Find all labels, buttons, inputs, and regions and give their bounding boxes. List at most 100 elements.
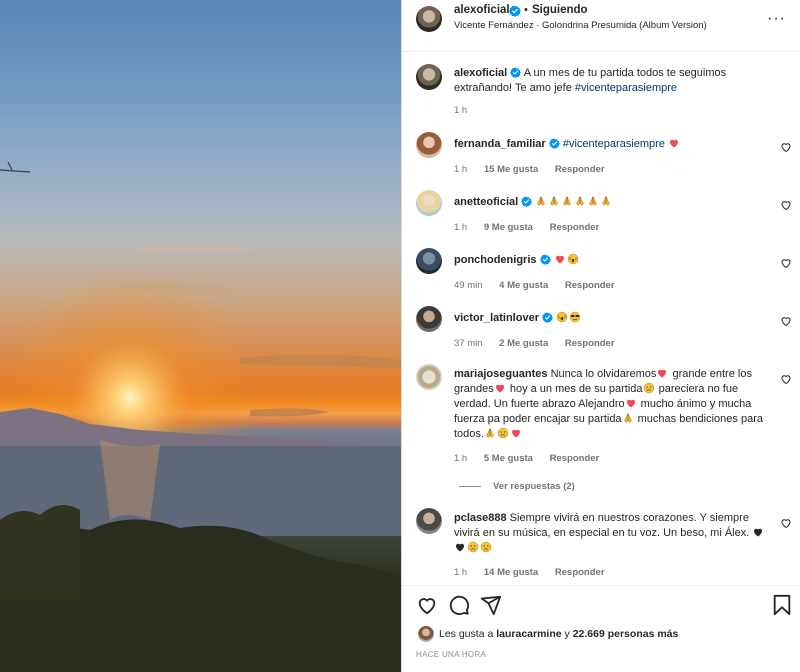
commenter-avatar[interactable] [416,508,442,534]
comment-time[interactable]: 1 h [454,164,467,175]
black-heart-emoji-icon [454,541,466,553]
like-comment-heart-icon[interactable] [780,199,792,211]
likes-prefix: Les gusta a [439,628,494,640]
pray-emoji-icon [548,195,560,207]
comment-meta: 37 min 2 Me gusta Responder [454,338,629,349]
pray-emoji-icon [622,412,634,424]
verified-badge-icon [521,196,532,207]
comment-meta: 1 h 5 Me gusta Responder [454,453,613,464]
heart-icon[interactable] [416,594,438,616]
pray-emoji-icon [535,195,547,207]
caption-hashtag[interactable]: #vicenteparasiempre [575,82,677,94]
verified-badge-icon [510,67,521,78]
commenter-avatar[interactable] [416,190,442,216]
commenter-avatar[interactable] [416,248,442,274]
comment-username[interactable]: pclase888 [454,512,507,524]
verified-badge-icon [540,254,551,265]
view-replies-button[interactable]: Ver respuestas (2) [459,481,575,492]
black-heart-emoji-icon [752,526,764,538]
likes-user[interactable]: lauracarmine [496,628,561,640]
commenter-avatar[interactable] [416,132,442,158]
reply-button[interactable]: Responder [565,280,615,291]
post-actions-bar [402,585,800,625]
likes-text: Les gusta a lauracarmine y 22.669 person… [439,628,678,640]
verified-badge-icon [509,5,521,17]
sunset-scene [0,161,401,672]
comment-time[interactable]: 1 h [454,222,467,233]
bookmark-icon[interactable] [772,594,792,616]
following-button[interactable]: Siguiendo [532,4,588,16]
comment-time[interactable]: 1 h [454,567,467,578]
reply-button[interactable]: Responder [555,567,605,578]
author-username[interactable]: alexoficial [454,4,510,16]
reply-button[interactable]: Responder [555,164,605,175]
comment-time[interactable]: 1 h [454,453,467,464]
like-comment-heart-icon[interactable] [780,141,792,153]
caption-username[interactable]: alexoficial [454,67,507,79]
pray-emoji-icon [587,195,599,207]
liker-avatar[interactable] [418,626,434,642]
comment-text: fernanda_familiar #vicenteparasiempre [454,137,774,152]
likes-conj: y [564,628,570,640]
like-comment-heart-icon[interactable] [780,373,792,385]
post-photo[interactable] [0,0,401,672]
comment-likes[interactable]: 9 Me gusta [484,222,533,233]
screaming-emoji-icon [567,253,579,265]
replies-line [459,485,481,487]
comment-username[interactable]: anetteoficial [454,196,518,208]
comment-meta: 1 h 9 Me gusta Responder [454,222,613,233]
share-icon[interactable] [480,594,502,616]
red-heart-emoji-icon [625,397,637,409]
comment-meta: 1 h 14 Me gusta Responder [454,567,619,578]
comment-text: anetteoficial [454,195,774,210]
reply-button[interactable]: Responder [550,222,600,233]
comment-body-part: Nunca lo olvidaremos [550,368,657,380]
caption-text: alexoficial A un mes de tu partida todos… [454,66,754,96]
comment-text: pclase888 Siempre vivirá en nuestros cor… [454,511,776,556]
comment-meta: 49 min 4 Me gusta Responder [454,280,629,291]
red-heart-emoji-icon [494,382,506,394]
comment-likes[interactable]: 15 Me gusta [484,164,538,175]
comment-text: victor_latinlover [454,311,774,326]
caption-time[interactable]: 1 h [454,105,467,116]
comment-time[interactable]: 49 min [454,280,483,291]
red-heart-emoji-icon [656,367,668,379]
crying-emoji-icon [467,541,479,553]
comments-list[interactable]: alexoficial A un mes de tu partida todos… [402,52,800,585]
comment-icon[interactable] [448,594,470,616]
pray-emoji-icon [561,195,573,207]
comment-likes[interactable]: 2 Me gusta [499,338,548,349]
comment-username[interactable]: mariajoseguantes [454,368,548,380]
like-comment-heart-icon[interactable] [780,315,792,327]
author-avatar[interactable] [416,64,442,90]
like-comment-heart-icon[interactable] [780,517,792,529]
comment-time[interactable]: 37 min [454,338,483,349]
like-comment-heart-icon[interactable] [780,257,792,269]
comment-username[interactable]: fernanda_familiar [454,138,546,150]
author-avatar[interactable] [416,6,442,32]
comment-likes[interactable]: 14 Me gusta [484,567,538,578]
crying-emoji-icon [643,382,655,394]
pray-emoji-icon [484,427,496,439]
commenter-avatar[interactable] [416,364,442,390]
crying-emoji-icon [497,427,509,439]
reply-button[interactable]: Responder [550,453,600,464]
reply-button[interactable]: Responder [565,338,615,349]
commenter-avatar[interactable] [416,306,442,332]
sunglasses-emoji-icon [569,311,581,323]
comment-likes[interactable]: 5 Me gusta [484,453,533,464]
likes-count[interactable]: 22.669 personas más [573,628,679,640]
view-replies-label[interactable]: Ver respuestas (2) [493,481,575,492]
comment-hashtag[interactable]: #vicenteparasiempre [563,138,665,150]
post-header: alexoficial • Siguiendo Vicente Fernánde… [402,0,800,52]
audio-track[interactable]: Vicente Fernández · Golondrina Presumida… [454,20,707,31]
screaming-emoji-icon [556,311,568,323]
comment-body-part: hoy a un mes de su partida [509,383,643,395]
comment-likes[interactable]: 4 Me gusta [499,280,548,291]
posted-time[interactable]: HACE UNA HORA [416,650,486,659]
red-heart-emoji-icon [510,427,522,439]
comment-username[interactable]: ponchodenigris [454,254,537,266]
comment-username[interactable]: victor_latinlover [454,312,539,324]
more-options-icon[interactable]: ··· [767,10,786,28]
verified-badge-icon [542,312,553,323]
